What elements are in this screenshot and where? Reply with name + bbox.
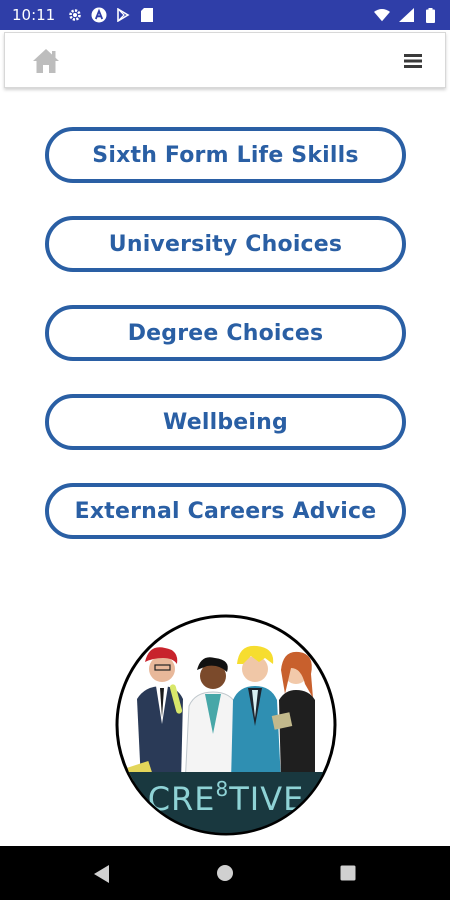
status-bar: 10:11 xyxy=(0,0,450,30)
recents-icon xyxy=(340,865,356,885)
home-circle-icon xyxy=(216,865,234,886)
menu-button-external-careers-advice[interactable]: External Careers Advice xyxy=(45,483,406,539)
system-nav-bar xyxy=(0,846,450,900)
back-button[interactable] xyxy=(92,864,110,884)
recents-button[interactable] xyxy=(340,865,356,881)
system-home-button[interactable] xyxy=(216,864,234,882)
menu-button-label: Degree Choices xyxy=(127,320,324,346)
home-button[interactable] xyxy=(31,47,61,75)
status-icons-left xyxy=(67,7,155,23)
play-store-icon xyxy=(115,7,131,23)
home-icon xyxy=(31,49,61,79)
signal-icon xyxy=(398,7,414,23)
sd-card-icon xyxy=(139,7,155,23)
logo-text-pre: CRE xyxy=(148,780,216,818)
menu-button-label: University Choices xyxy=(108,231,343,257)
status-time: 10:11 xyxy=(12,6,56,24)
back-icon xyxy=(92,865,110,888)
logo-text-sup: 8 xyxy=(215,777,229,801)
menu-button-university-choices[interactable]: University Choices xyxy=(45,216,406,272)
menu-button[interactable] xyxy=(403,51,423,71)
main-menu: Sixth Form Life Skills University Choice… xyxy=(45,127,406,572)
menu-button-wellbeing[interactable]: Wellbeing xyxy=(45,394,406,450)
a-circle-icon xyxy=(91,7,107,23)
status-icons-right xyxy=(374,7,438,23)
menu-button-label: External Careers Advice xyxy=(74,498,377,524)
menu-button-sixth-form-life-skills[interactable]: Sixth Form Life Skills xyxy=(45,127,406,183)
menu-button-label: Sixth Form Life Skills xyxy=(92,142,359,168)
wifi-icon xyxy=(374,7,390,23)
menu-button-label: Wellbeing xyxy=(163,409,288,435)
menu-button-degree-choices[interactable]: Degree Choices xyxy=(45,305,406,361)
creative-logo: CRE8TIVE xyxy=(115,614,337,836)
hamburger-menu-icon xyxy=(403,54,423,75)
settings-icon xyxy=(67,7,83,23)
app-bar xyxy=(4,32,446,88)
battery-icon xyxy=(422,7,438,23)
